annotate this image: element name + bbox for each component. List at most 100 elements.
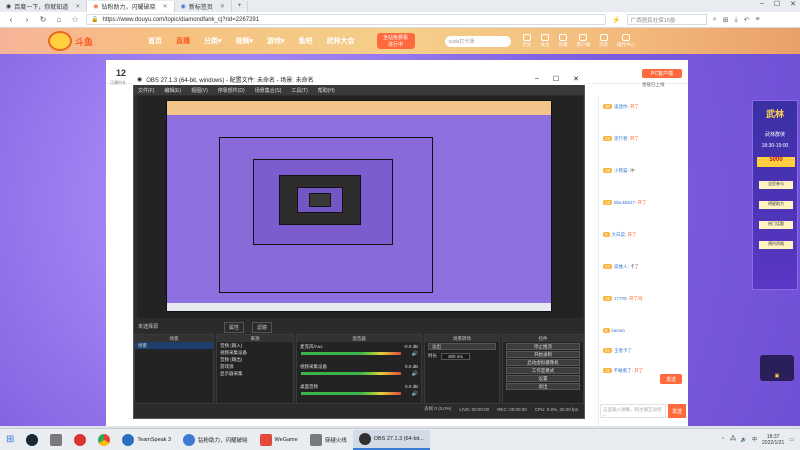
obs-menu-view[interactable]: 视图(V) [191,87,208,94]
taskbar-app-obs[interactable]: OBS 27.1.3 (64-bit... [352,429,430,450]
source-item[interactable]: 音频 (输入) [217,342,293,349]
nav-category[interactable]: 分类▾ [204,36,222,46]
taskbar-app-wegame[interactable]: WeGame [254,430,304,450]
extension-icon[interactable]: ⊞ [723,16,729,24]
ime-icon[interactable]: 中 [752,436,757,443]
heart-icon [541,34,550,41]
search-icon[interactable]: ⌕ [713,16,717,24]
music-icon [74,433,87,446]
maximize-button[interactable]: ☐ [774,0,780,8]
close-tab-icon[interactable]: ✕ [163,3,168,10]
nav-wulin[interactable]: 武林大会 [327,36,355,46]
close-button[interactable]: ✕ [790,0,796,8]
site-logo[interactable]: 斗鱼 [48,31,128,51]
new-tab-button[interactable]: + [232,0,249,12]
tray-expand-icon[interactable]: ⌃ [721,437,725,443]
side-ad[interactable]: 武林 武林群侠 18:30-19:00 5000 全民参与 明星助力 热门话题 … [752,100,798,290]
close-tab-icon[interactable]: ✕ [75,3,80,10]
browser-tab[interactable]: ◉ 新标签页 ✕ [175,0,232,12]
pc-client-button[interactable]: PC客户端 [642,69,682,78]
mute-icon[interactable]: 🔊 [412,371,418,377]
mute-icon[interactable]: 🔊 [412,391,418,397]
duration-input[interactable]: 300 ms [441,353,470,360]
nav-home[interactable]: 首页 [148,36,162,46]
obs-titlebar[interactable]: ◉ OBS 27.1.3 (64-bit, windows) - 配置文件: 未… [133,73,585,85]
obs-menu-file[interactable]: 文件(F) [138,87,154,94]
menu-icon[interactable]: ≡ [756,16,760,23]
obs-statusbar: 丢帧 0 (0.0%) LIVE: 00:00:00 REC: 00:00:00… [134,404,584,414]
browser-search-input[interactable]: 广西居民社保15投 [626,14,707,25]
start-button[interactable]: ⊞ [0,430,20,450]
browser-tab[interactable]: ◉ 百度一下，你就知道 ✕ [0,0,88,12]
source-item[interactable]: 音频 (输出) [217,356,293,363]
start-recording-button[interactable]: 开始录制 [506,351,580,358]
stop-streaming-button[interactable]: 停止推流 [506,343,580,350]
taskbar-app-browser[interactable]: 钻粉助力，闪耀破晓 [177,430,254,450]
site-search-input[interactable]: sudo打卡场 [444,35,511,47]
taskbar-app-cf[interactable]: 穿越火线 [304,430,353,450]
steam-pin[interactable] [20,430,44,450]
virtual-camera-button[interactable]: 启动虚拟摄像机 [506,359,580,366]
game-icon[interactable]: ▣ [760,355,794,381]
obs-menu-tools[interactable]: 工具(T) [291,87,307,94]
obs-menu-docks[interactable]: 停靠部件(D) [218,87,245,94]
nav-yuba[interactable]: 鱼吧 [299,36,313,46]
star-icon[interactable]: ☆ [70,15,80,24]
nav-video[interactable]: 视频▾ [236,36,254,46]
url-input[interactable]: 🔒 https://www.douyu.com/topic/diamondfank… [86,14,606,25]
promo-button[interactable]: 全站免费看 进行中 [376,33,415,49]
source-item[interactable]: 视频采集设备 [217,349,293,356]
chrome-pin[interactable] [92,430,116,450]
obs-menu-help[interactable]: 帮助(H) [318,87,335,94]
mute-icon[interactable]: 🔊 [412,351,418,357]
broadcast-button[interactable]: 开播 [559,34,568,48]
settings-button[interactable]: 设置 [506,375,580,382]
client-button[interactable]: 客户端 [577,34,590,48]
obs-close-button[interactable]: ✕ [573,75,579,83]
reload-icon[interactable]: ↻ [38,15,48,24]
message-button[interactable]: 消息 [599,34,608,48]
obs-maximize-button[interactable]: ☐ [553,75,559,83]
nav-live[interactable]: 直播 [176,36,190,46]
chat-input[interactable]: 这里输入弹幕，和主播互动吧~ [600,404,666,418]
side-ad-row[interactable]: 明星助力 [759,201,793,209]
clock[interactable]: 18:37 2022/1/21 [762,434,784,446]
network-icon[interactable]: 🖧 [730,436,736,444]
obs-menu-scene-collection[interactable]: 场景集合(S) [255,87,282,94]
volume-icon[interactable]: 🔊 [741,437,747,443]
nested-header [167,101,551,115]
mixer-channel: 麦克风/Aux -0.0 dB 🔊 [300,344,418,357]
chat-send-button[interactable]: 发送 [668,404,686,418]
center-button[interactable]: 操作中心 [617,34,635,48]
notification-icon[interactable]: ▭ [789,437,794,443]
back-icon[interactable]: ‹ [6,15,16,24]
studio-mode-button[interactable]: 工作室模式 [506,367,580,374]
history-button[interactable]: 历史 [523,34,532,48]
home-icon[interactable]: ⌂ [54,15,64,24]
media-pin[interactable] [44,430,68,450]
side-ad-row[interactable]: 热门话题 [759,221,793,229]
scene-item[interactable]: 场景 [135,342,213,349]
forward-icon[interactable]: › [22,15,32,24]
close-tab-icon[interactable]: ✕ [220,3,225,10]
follow-send-button[interactable]: 发送 [660,374,682,384]
side-ad-row[interactable]: 全民参与 [759,181,793,189]
browser-tab-active[interactable]: ◉ 钻粉助力，闪耀破晓 ✕ [87,0,175,12]
side-ad-row[interactable]: 预约资格 [759,241,793,249]
undo-icon[interactable]: ↶ [744,16,750,24]
obs-menu-edit[interactable]: 编辑(E) [164,87,181,94]
nav-game[interactable]: 游戏▾ [267,36,285,46]
download-icon[interactable]: ⤓ [735,16,738,24]
transition-select[interactable]: 淡出 [428,343,496,350]
filters-button[interactable]: 滤镜 [252,322,273,333]
obs-minimize-button[interactable]: – [535,75,539,83]
lightning-icon[interactable]: ⚡ [612,16,621,24]
minimize-button[interactable]: – [760,0,764,8]
taskbar-app-teamspeak[interactable]: TeamSpeak 3 [116,430,177,450]
follow-button[interactable]: 关注 [541,34,550,48]
exit-button[interactable]: 退出 [506,383,580,390]
properties-button[interactable]: 属性 [224,322,245,333]
netease-pin[interactable] [68,430,92,450]
source-item[interactable]: 游戏源 [217,363,293,370]
source-item[interactable]: 显示器采集 [217,370,293,377]
